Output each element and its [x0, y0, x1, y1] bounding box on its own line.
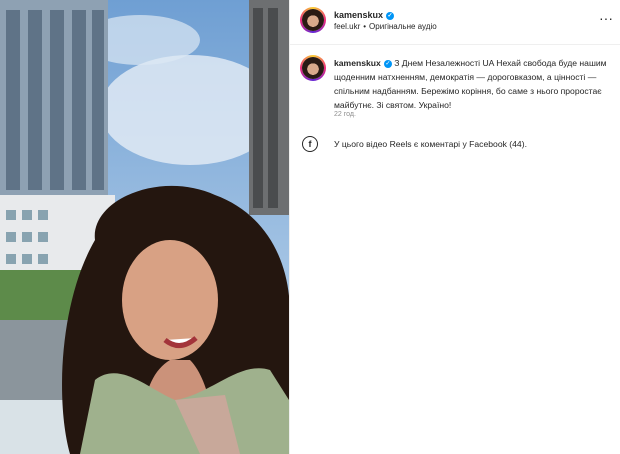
author-username-row[interactable]: kamenskux ✓ — [334, 10, 395, 20]
verified-badge-icon: ✓ — [383, 60, 392, 68]
reel-video-frame — [0, 0, 289, 454]
author-username[interactable]: kamenskux — [334, 10, 383, 20]
post-timestamp[interactable]: 22 год. — [334, 111, 356, 118]
post-detail-panel: kamenskux ✓ feel.ukr • Оригінальне аудіо ··… — [289, 0, 620, 454]
original-audio-link[interactable]: Оригінальне аудіо — [369, 22, 437, 31]
caption-author-username[interactable]: kamenskux — [334, 58, 381, 68]
caption-author-avatar[interactable] — [300, 55, 326, 81]
verified-badge-icon: ✓ — [386, 12, 395, 20]
audio-info: feel.ukr • Оригінальне аудіо — [334, 22, 437, 31]
reel-video[interactable] — [0, 0, 289, 454]
post-caption: kamenskux ✓ З Днем Незалежності UA Нехай … — [334, 56, 616, 112]
author-avatar[interactable] — [300, 7, 326, 33]
separator-dot: • — [363, 22, 367, 31]
facebook-comments-link[interactable]: У цього відео Reels є коментарі у Facebo… — [334, 139, 527, 149]
audio-account-link[interactable]: feel.ukr — [334, 22, 360, 31]
post-header: kamenskux ✓ feel.ukr • Оригінальне аудіо ··… — [290, 0, 620, 45]
facebook-icon: f — [302, 136, 318, 152]
more-options-icon[interactable]: ··· — [599, 10, 613, 26]
